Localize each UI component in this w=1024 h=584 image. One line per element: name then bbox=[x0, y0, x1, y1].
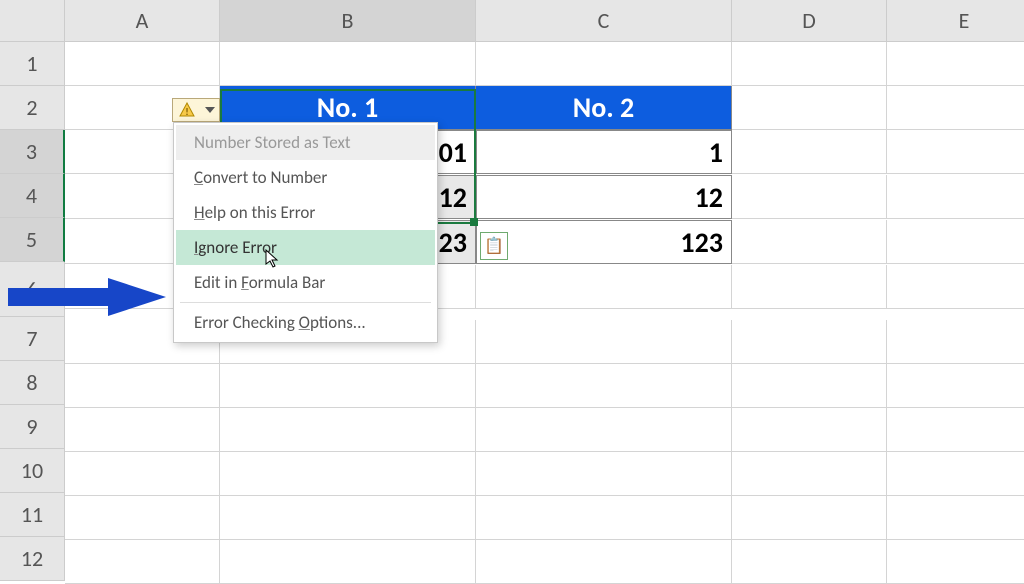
cell-e3[interactable] bbox=[887, 130, 1024, 174]
cell-c4[interactable]: 12 bbox=[476, 175, 732, 219]
cell-a8[interactable] bbox=[65, 364, 220, 408]
cell-c6[interactable] bbox=[476, 265, 732, 309]
menu-options-label: ptions... bbox=[310, 312, 366, 333]
cell-c11[interactable] bbox=[476, 496, 732, 540]
row-header-6[interactable]: 6 bbox=[0, 262, 65, 317]
cell-d2[interactable] bbox=[732, 86, 887, 130]
col-header-a[interactable]: A bbox=[65, 0, 220, 42]
cell-e9[interactable] bbox=[887, 408, 1024, 452]
cell-c9[interactable] bbox=[476, 408, 732, 452]
cell-c5-value: 123 bbox=[680, 225, 723, 260]
menu-ignore-label: gnore Error bbox=[198, 237, 277, 258]
cell-d9[interactable] bbox=[732, 408, 887, 452]
dropdown-arrow-icon bbox=[205, 107, 215, 113]
menu-edit-formula-bar[interactable]: Edit in Formula Bar bbox=[176, 265, 435, 300]
cell-a11[interactable] bbox=[65, 496, 220, 540]
cell-e6[interactable] bbox=[887, 265, 1024, 309]
cell-d8[interactable] bbox=[732, 364, 887, 408]
cell-e10[interactable] bbox=[887, 452, 1024, 496]
menu-options-accel: O bbox=[299, 312, 310, 333]
cell-e8[interactable] bbox=[887, 364, 1024, 408]
menu-ignore-error[interactable]: Ignore Error bbox=[176, 230, 435, 265]
cell-c10[interactable] bbox=[476, 452, 732, 496]
cell-b1[interactable] bbox=[220, 42, 476, 86]
cell-b8[interactable] bbox=[220, 364, 476, 408]
cell-a9[interactable] bbox=[65, 408, 220, 452]
menu-separator bbox=[180, 302, 431, 303]
cell-c7[interactable] bbox=[476, 320, 732, 364]
cell-c3-value: 1 bbox=[709, 135, 723, 170]
cell-d6[interactable] bbox=[732, 265, 887, 309]
row-header-4[interactable]: 4 bbox=[0, 174, 65, 218]
cell-b9[interactable] bbox=[220, 408, 476, 452]
row-header-7[interactable]: 7 bbox=[0, 317, 65, 361]
cell-d1[interactable] bbox=[732, 42, 887, 86]
cell-c5[interactable]: 123 bbox=[476, 220, 732, 264]
cell-c3[interactable]: 1 bbox=[476, 130, 732, 174]
cell-d3[interactable] bbox=[732, 130, 887, 174]
menu-help-on-error[interactable]: Help on this Error bbox=[176, 195, 435, 230]
cell-d7[interactable] bbox=[732, 320, 887, 364]
cell-c2-header[interactable]: No. 2 bbox=[476, 86, 732, 130]
cell-e12[interactable] bbox=[887, 540, 1024, 584]
row-header-8[interactable]: 8 bbox=[0, 361, 65, 405]
row-header-12[interactable]: 12 bbox=[0, 537, 65, 581]
cell-e2[interactable] bbox=[887, 86, 1024, 130]
warning-icon: ! bbox=[178, 101, 196, 119]
menu-help-label: elp on this Error bbox=[205, 202, 316, 223]
cell-d12[interactable] bbox=[732, 540, 887, 584]
cell-c12[interactable] bbox=[476, 540, 732, 584]
menu-convert-accel: C bbox=[194, 167, 203, 188]
cell-b12[interactable] bbox=[220, 540, 476, 584]
menu-edit-accel: F bbox=[241, 272, 249, 293]
col-header-b[interactable]: B bbox=[220, 0, 476, 42]
cell-c1[interactable] bbox=[476, 42, 732, 86]
error-context-menu: Number Stored as Text Convert to Number … bbox=[173, 122, 438, 343]
col-header-d[interactable]: D bbox=[732, 0, 887, 42]
cell-e7[interactable] bbox=[887, 320, 1024, 364]
row-header-10[interactable]: 10 bbox=[0, 449, 65, 493]
row-header-9[interactable]: 9 bbox=[0, 405, 65, 449]
clipboard-icon: 📋 bbox=[484, 236, 504, 256]
menu-edit-pre: Edit in bbox=[194, 272, 241, 293]
cell-b5-value: 23 bbox=[439, 225, 467, 260]
row-header-5[interactable]: 5 bbox=[0, 218, 65, 262]
error-smart-tag[interactable]: ! bbox=[172, 98, 220, 122]
select-all-corner[interactable] bbox=[0, 0, 65, 42]
col-header-c[interactable]: C bbox=[476, 0, 732, 42]
cell-b4-value: 12 bbox=[439, 180, 467, 215]
spreadsheet-grid: A B C D E 1 2 3 4 5 6 7 8 9 10 11 12 No.… bbox=[0, 0, 1024, 576]
row-header-1[interactable]: 1 bbox=[0, 42, 65, 86]
cell-b10[interactable] bbox=[220, 452, 476, 496]
menu-edit-label: ormula Bar bbox=[249, 272, 326, 293]
paste-options-button[interactable]: 📋 bbox=[480, 232, 508, 260]
cell-e5[interactable] bbox=[887, 220, 1024, 264]
cell-a10[interactable] bbox=[65, 452, 220, 496]
cell-e11[interactable] bbox=[887, 496, 1024, 540]
col-header-e[interactable]: E bbox=[887, 0, 1024, 42]
menu-help-accel: H bbox=[194, 202, 205, 223]
row-header-11[interactable]: 11 bbox=[0, 493, 65, 537]
cell-c4-value: 12 bbox=[695, 180, 723, 215]
cell-d5[interactable] bbox=[732, 220, 887, 264]
cell-d10[interactable] bbox=[732, 452, 887, 496]
row-header-3[interactable]: 3 bbox=[0, 130, 65, 174]
cell-a12[interactable] bbox=[65, 540, 220, 584]
menu-convert-to-number[interactable]: Convert to Number bbox=[176, 160, 435, 195]
svg-text:!: ! bbox=[185, 105, 188, 118]
cell-e1[interactable] bbox=[887, 42, 1024, 86]
cell-b11[interactable] bbox=[220, 496, 476, 540]
cell-c8[interactable] bbox=[476, 364, 732, 408]
row-header-column: 1 2 3 4 5 6 7 8 9 10 11 12 bbox=[0, 42, 65, 581]
row-header-2[interactable]: 2 bbox=[0, 86, 65, 130]
menu-error-checking-options[interactable]: Error Checking Options... bbox=[176, 305, 435, 340]
cell-e4[interactable] bbox=[887, 175, 1024, 219]
menu-convert-label: onvert to Number bbox=[203, 167, 327, 188]
cell-a1[interactable] bbox=[65, 42, 220, 86]
menu-title: Number Stored as Text bbox=[176, 125, 435, 160]
cell-d11[interactable] bbox=[732, 496, 887, 540]
menu-options-pre: Error Checking bbox=[194, 312, 299, 333]
column-header-row: A B C D E bbox=[0, 0, 1024, 42]
cell-d4[interactable] bbox=[732, 175, 887, 219]
